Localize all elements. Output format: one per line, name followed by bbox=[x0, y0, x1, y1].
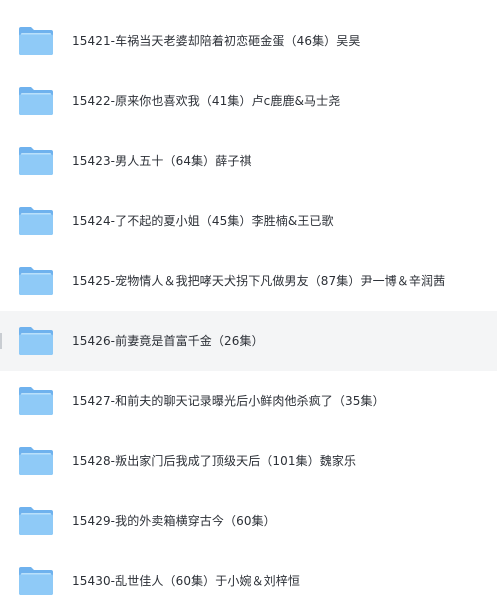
folder-name: 15422-原来你也喜欢我（41集）卢c鹿鹿&马士尧 bbox=[72, 94, 341, 108]
folder-icon bbox=[18, 445, 54, 477]
folder-row-15426[interactable]: 15426-前妻竟是首富千金（26集） bbox=[0, 311, 497, 371]
folder-icon bbox=[18, 25, 54, 57]
folder-row-15421[interactable]: 15421-车祸当天老婆却陪着初恋砸金蛋（46集）吴昊 bbox=[0, 11, 497, 71]
folder-row-15429[interactable]: 15429-我的外卖箱横穿古今（60集） bbox=[0, 491, 497, 551]
folder-icon bbox=[18, 85, 54, 117]
folder-row-15428[interactable]: 15428-叛出家门后我成了顶级天后（101集）魏家乐 bbox=[0, 431, 497, 491]
folder-row-15423[interactable]: 15423-男人五十（64集）薛子祺 bbox=[0, 131, 497, 191]
folder-icon bbox=[18, 145, 54, 177]
folder-icon bbox=[18, 265, 54, 297]
folder-row-15422[interactable]: 15422-原来你也喜欢我（41集）卢c鹿鹿&马士尧 bbox=[0, 71, 497, 131]
folder-name: 15426-前妻竟是首富千金（26集） bbox=[72, 334, 264, 348]
folder-row-15427[interactable]: 15427-和前夫的聊天记录曝光后小鲜肉他杀疯了（35集） bbox=[0, 371, 497, 431]
folder-row-15425[interactable]: 15425-宠物情人＆我把哮天犬拐下凡做男友（87集）尹一博＆辛润茜 bbox=[0, 251, 497, 311]
folder-name: 15425-宠物情人＆我把哮天犬拐下凡做男友（87集）尹一博＆辛润茜 bbox=[72, 274, 446, 288]
folder-name: 15430-乱世佳人（60集）于小婉＆刘梓恒 bbox=[72, 574, 300, 588]
folder-name: 15428-叛出家门后我成了顶级天后（101集）魏家乐 bbox=[72, 454, 357, 468]
folder-name: 15429-我的外卖箱横穿古今（60集） bbox=[72, 514, 276, 528]
file-list: 15421-车祸当天老婆却陪着初恋砸金蛋（46集）吴昊 15422-原来你也喜欢… bbox=[0, 11, 497, 611]
folder-icon bbox=[18, 205, 54, 237]
folder-icon bbox=[18, 505, 54, 537]
folder-name: 15424-了不起的夏小姐（45集）李胜楠&王已歌 bbox=[72, 214, 334, 228]
folder-row-15430[interactable]: 15430-乱世佳人（60集）于小婉＆刘梓恒 bbox=[0, 551, 497, 611]
folder-row-15424[interactable]: 15424-了不起的夏小姐（45集）李胜楠&王已歌 bbox=[0, 191, 497, 251]
folder-name: 15421-车祸当天老婆却陪着初恋砸金蛋（46集）吴昊 bbox=[72, 34, 361, 48]
folder-name: 15427-和前夫的聊天记录曝光后小鲜肉他杀疯了（35集） bbox=[72, 394, 385, 408]
folder-icon bbox=[18, 385, 54, 417]
folder-icon bbox=[18, 565, 54, 597]
folder-name: 15423-男人五十（64集）薛子祺 bbox=[72, 154, 252, 168]
folder-icon bbox=[18, 325, 54, 357]
